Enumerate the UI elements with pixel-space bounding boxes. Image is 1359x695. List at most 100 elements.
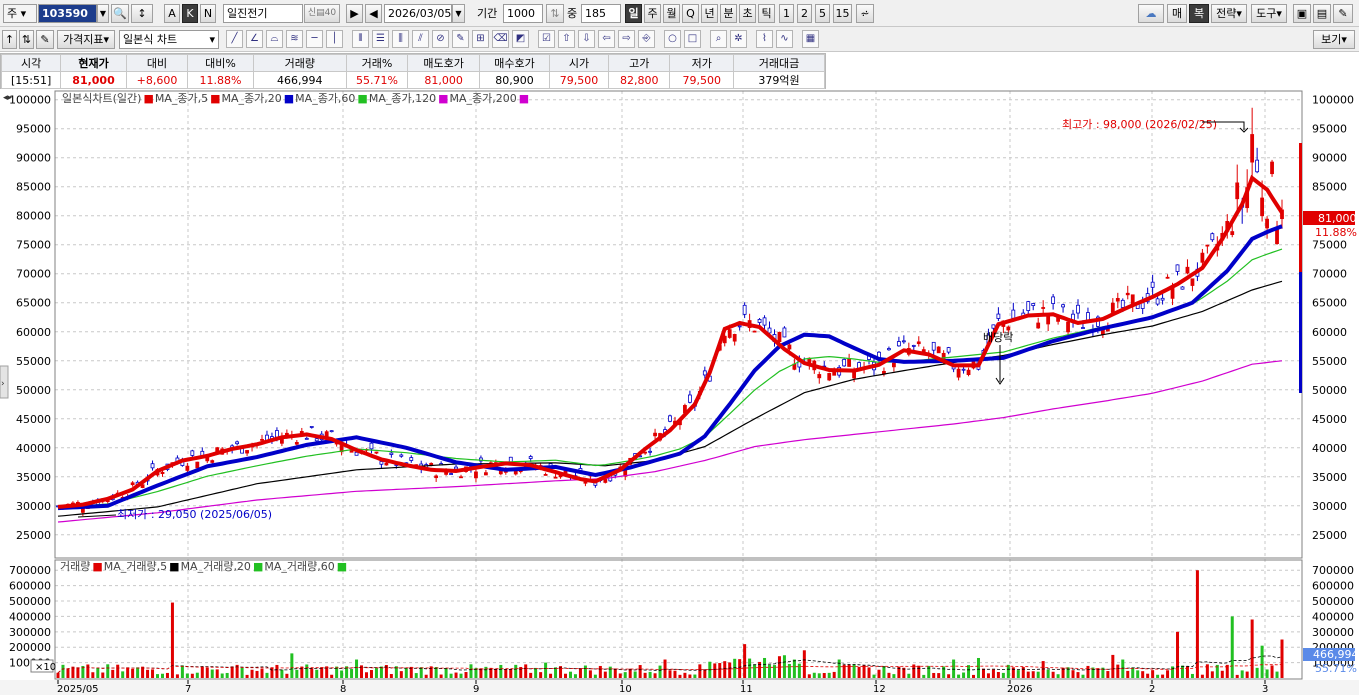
strategy-button[interactable]: 전략▾ — [1211, 4, 1247, 23]
volume-bar — [748, 658, 752, 678]
period-day-button[interactable]: 일 — [625, 4, 642, 23]
search-icon[interactable]: 🔍 — [111, 4, 129, 23]
edit-icon[interactable]: ✎ — [36, 30, 54, 49]
vlegend-label-0: MA_거래량,5 — [104, 560, 167, 573]
draw-tool-15-icon[interactable]: ◩ — [512, 30, 529, 48]
quote-value-6: 81,000 — [407, 71, 481, 89]
price-tick-left: 85000 — [16, 181, 51, 194]
volume-bar — [419, 667, 423, 678]
scroll-arrows-icon[interactable]: ◂▸ — [3, 93, 13, 103]
draw-tool-12-icon[interactable]: ✎ — [452, 30, 469, 48]
period-spin-icon[interactable]: ⇅ — [546, 4, 564, 23]
compound-button[interactable]: 복 — [1189, 4, 1209, 23]
candle-body — [543, 474, 548, 476]
draw-tool-20-icon[interactable]: ⇨ — [618, 30, 635, 48]
draw-tool-28-icon[interactable]: ▦ — [802, 30, 819, 48]
legend-marker-1: ■ — [210, 92, 220, 105]
draw-tool-25-icon[interactable]: ✲ — [730, 30, 747, 48]
price-tick-left: 75000 — [16, 239, 51, 252]
volume-bar — [593, 674, 597, 678]
buy-button[interactable]: 매 — [1167, 4, 1187, 23]
period-tick-button[interactable]: 틱 — [758, 4, 775, 23]
volume-bar — [554, 667, 558, 678]
period-second-button[interactable]: 초 — [739, 4, 756, 23]
updown-icon[interactable]: ⇅ — [19, 30, 34, 49]
view-button[interactable]: 보기▾ — [1313, 30, 1355, 49]
volume-bar — [305, 664, 309, 678]
draw-tool-21-icon[interactable]: ⎆ — [638, 30, 655, 48]
count-input[interactable]: 185 — [581, 4, 621, 23]
price-indicator-button[interactable]: 가격지표▾ — [57, 30, 115, 49]
market-select[interactable]: 주 ▾ — [3, 4, 37, 23]
volume-bar — [568, 671, 572, 678]
interval-15-button[interactable]: 15 — [833, 4, 852, 23]
wrench-icon[interactable]: ✎ — [1333, 4, 1353, 23]
period-year-button[interactable]: 년 — [701, 4, 718, 23]
candle-body — [946, 347, 951, 353]
draw-tool-8-icon[interactable]: ☰ — [372, 30, 389, 48]
volume-bar — [111, 669, 115, 678]
candle-body — [1180, 286, 1185, 290]
volume-bar — [290, 653, 294, 678]
interval-5-button[interactable]: 5 — [815, 4, 830, 23]
draw-tool-13-icon[interactable]: ⊞ — [472, 30, 489, 48]
chart-type-select[interactable]: 일본식 차트 ▾ — [119, 30, 219, 49]
code-dropdown-button[interactable]: ▼ — [97, 4, 109, 23]
up-arrow-icon[interactable]: ↑ — [2, 30, 17, 49]
draw-tool-18-icon[interactable]: ⇩ — [578, 30, 595, 48]
draw-tool-10-icon[interactable]: ⫽ — [412, 30, 429, 48]
tools-button[interactable]: 도구▾ — [1251, 4, 1287, 23]
volume-bar — [638, 665, 642, 678]
price-tick-left: 60000 — [16, 326, 51, 339]
type-n-button[interactable]: N — [200, 4, 216, 23]
volume-bar — [454, 672, 458, 678]
period-quarter-button[interactable]: Q — [682, 4, 699, 23]
draw-tool-14-icon[interactable]: ⌫ — [492, 30, 509, 48]
drawing-toolbar: ↑ ⇅ ✎ 가격지표▾ 일본식 차트 ▾ ╱ ∠ ⌓ ≋ ─ │ ⦀ ☰ ⫼ ⫽ ⊘ ✎ ⊞ ⌫ ◩ ☑ ⇧ ⇩ ⇦ ⇨… — [0, 27, 1359, 52]
date-dropdown-button[interactable]: ▼ — [452, 4, 465, 23]
type-k-button[interactable]: K — [182, 4, 198, 23]
stock-name-field[interactable]: 일진전기 — [223, 4, 303, 23]
draw-tool-7-icon[interactable]: ⦀ — [352, 30, 369, 48]
type-a-button[interactable]: A — [164, 4, 180, 23]
draw-tool-16-icon[interactable]: ☑ — [538, 30, 555, 48]
draw-tool-4-icon[interactable]: ≋ — [286, 30, 303, 48]
draw-tool-5-icon[interactable]: ─ — [306, 30, 323, 48]
draw-tool-9-icon[interactable]: ⫼ — [392, 30, 409, 48]
interval-2-button[interactable]: 2 — [797, 4, 812, 23]
bar-settings-icon[interactable]: ⩫ — [856, 4, 874, 23]
volume-bar — [688, 674, 692, 678]
candle-body — [1006, 326, 1011, 331]
draw-tool-24-icon[interactable]: ⌕ — [710, 30, 727, 48]
prev-button[interactable]: ▶ — [346, 4, 363, 23]
draw-tool-23-icon[interactable]: □ — [684, 30, 701, 48]
volume-bar — [1036, 671, 1040, 678]
cloud-icon[interactable]: ☁ — [1138, 4, 1164, 23]
draw-tool-17-icon[interactable]: ⇧ — [558, 30, 575, 48]
draw-tool-3-icon[interactable]: ⌓ — [266, 30, 283, 48]
sort-icon[interactable]: ↕ — [131, 4, 153, 23]
candle-body — [727, 329, 732, 338]
draw-tool-1-icon[interactable]: ╱ — [226, 30, 243, 48]
draw-tool-22-icon[interactable]: ○ — [664, 30, 681, 48]
period-week-button[interactable]: 주 — [644, 4, 661, 23]
stock-code-input[interactable]: 103590 — [38, 4, 97, 23]
interval-1-button[interactable]: 1 — [779, 4, 794, 23]
period-input[interactable]: 1000 — [503, 4, 543, 23]
volume-bar — [459, 673, 463, 678]
period-month-button[interactable]: 월 — [663, 4, 680, 23]
date-input[interactable]: 2026/03/05 — [384, 4, 452, 23]
open-folder-icon[interactable]: ▣ — [1293, 4, 1311, 23]
volume-bar — [1176, 631, 1180, 678]
quote-value-11: 379억원 — [732, 71, 826, 89]
next-button[interactable]: ◀ — [365, 4, 382, 23]
draw-tool-2-icon[interactable]: ∠ — [246, 30, 263, 48]
save-icon[interactable]: ▤ — [1313, 4, 1331, 23]
draw-tool-19-icon[interactable]: ⇦ — [598, 30, 615, 48]
period-minute-button[interactable]: 분 — [720, 4, 737, 23]
draw-tool-26-icon[interactable]: ⌇ — [756, 30, 773, 48]
draw-tool-6-icon[interactable]: │ — [326, 30, 343, 48]
draw-tool-27-icon[interactable]: ∿ — [776, 30, 793, 48]
draw-tool-11-icon[interactable]: ⊘ — [432, 30, 449, 48]
volume-bar — [285, 673, 289, 678]
